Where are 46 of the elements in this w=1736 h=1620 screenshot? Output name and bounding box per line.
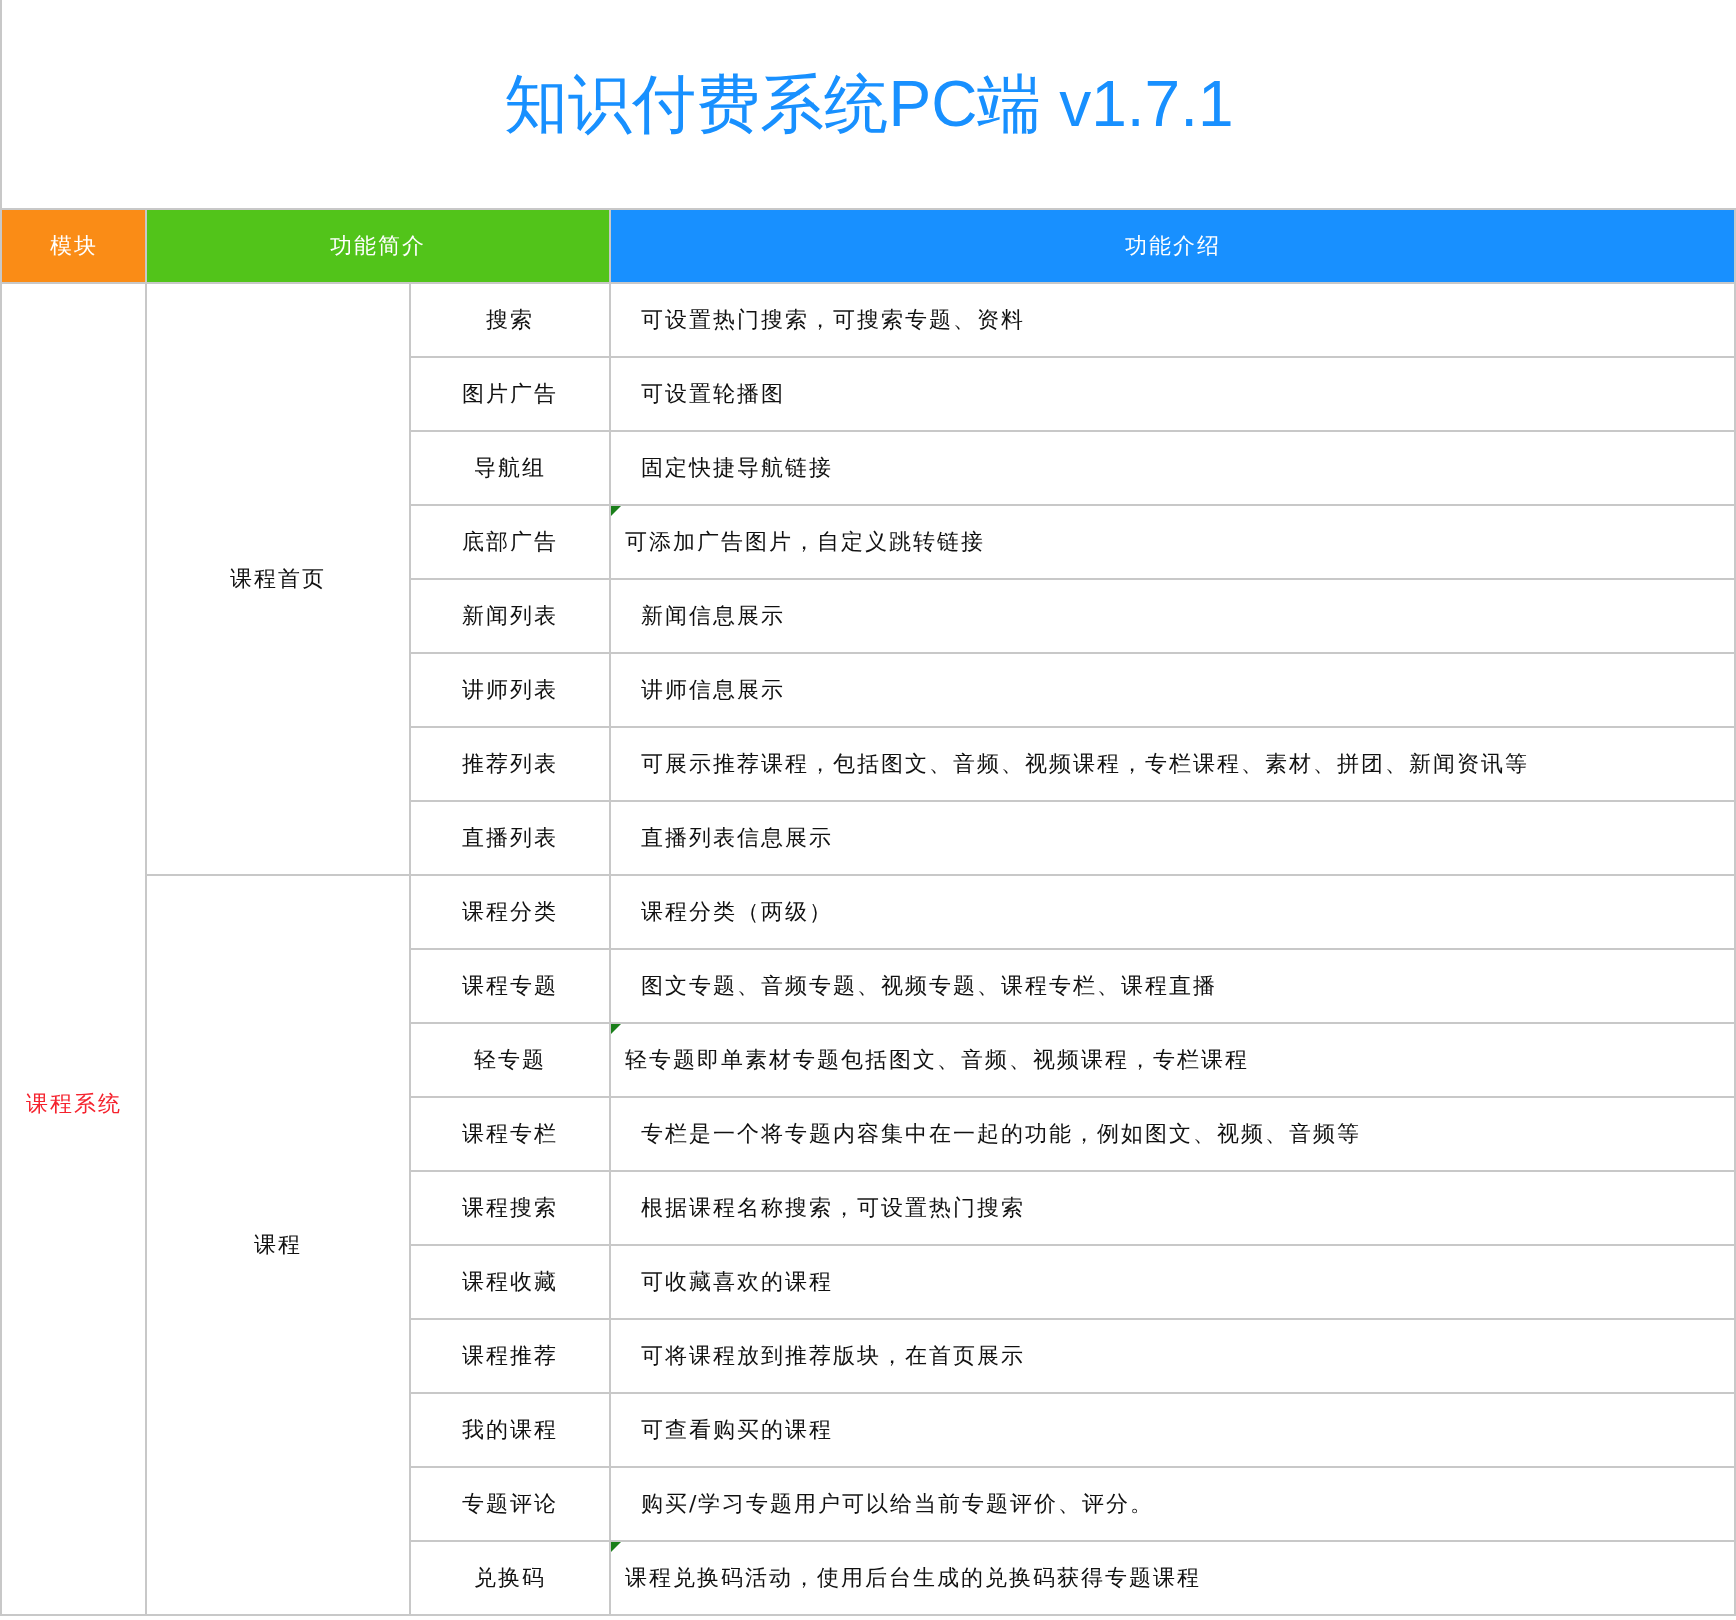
column-header: 功能介绍 [1124,232,1221,260]
feature-description: 直播列表信息展示 [641,824,833,852]
group-name: 课程 [254,1231,302,1259]
feature-description: 可设置轮播图 [641,380,785,408]
feature-name: 课程收藏 [462,1268,558,1296]
feature-name: 直播列表 [462,824,558,852]
feature-name: 导航组 [474,454,546,482]
feature-description: 可将课程放到推荐版块，在首页展示 [641,1342,1025,1370]
sheet-title: 知识付费系统PC端 v1.7.1 [504,66,1234,142]
feature-name: 我的课程 [462,1416,558,1444]
feature-description: 根据课程名称搜索，可设置热门搜索 [641,1194,1025,1222]
feature-name: 课程搜索 [462,1194,558,1222]
feature-name: 底部广告 [462,528,558,556]
feature-description: 可展示推荐课程，包括图文、音频、视频课程，专栏课程、素材、拼团、新闻资讯等 [641,750,1529,778]
feature-description: 新闻信息展示 [641,602,785,630]
feature-name: 课程专题 [462,972,558,1000]
feature-description: 购买/学习专题用户可以给当前专题评价、评分。 [641,1490,1155,1518]
comment-marker-icon [611,1542,621,1552]
feature-name: 兑换码 [474,1564,546,1592]
feature-name: 新闻列表 [462,602,558,630]
column-header: 功能简介 [330,232,426,260]
feature-description: 固定快捷导航链接 [641,454,833,482]
feature-name: 课程专栏 [462,1120,558,1148]
feature-description: 课程兑换码活动，使用后台生成的兑换码获得专题课程 [625,1564,1201,1592]
feature-description: 专栏是一个将专题内容集中在一起的功能，例如图文、视频、音频等 [641,1120,1361,1148]
feature-name: 课程分类 [462,898,558,926]
feature-name: 讲师列表 [462,676,558,704]
feature-name: 搜索 [486,306,534,334]
comment-marker-icon [611,506,621,516]
module-name: 课程系统 [25,1090,122,1118]
feature-name: 轻专题 [474,1046,546,1074]
feature-name: 推荐列表 [462,750,558,778]
feature-description: 可查看购买的课程 [641,1416,833,1444]
feature-name: 图片广告 [462,380,558,408]
feature-name: 专题评论 [462,1490,558,1518]
feature-description: 可设置热门搜索，可搜索专题、资料 [641,306,1025,334]
feature-description: 可添加广告图片，自定义跳转链接 [625,528,985,556]
group-name: 课程首页 [230,565,326,593]
feature-name: 课程推荐 [462,1342,558,1370]
feature-description: 可收藏喜欢的课程 [641,1268,833,1296]
feature-description: 图文专题、音频专题、视频专题、课程专栏、课程直播 [641,972,1217,1000]
column-header: 模块 [49,232,98,260]
feature-description: 课程分类（两级） [641,898,833,926]
feature-description: 轻专题即单素材专题包括图文、音频、视频课程，专栏课程 [625,1046,1249,1074]
comment-marker-icon [611,1024,621,1034]
feature-description: 讲师信息展示 [641,676,785,704]
